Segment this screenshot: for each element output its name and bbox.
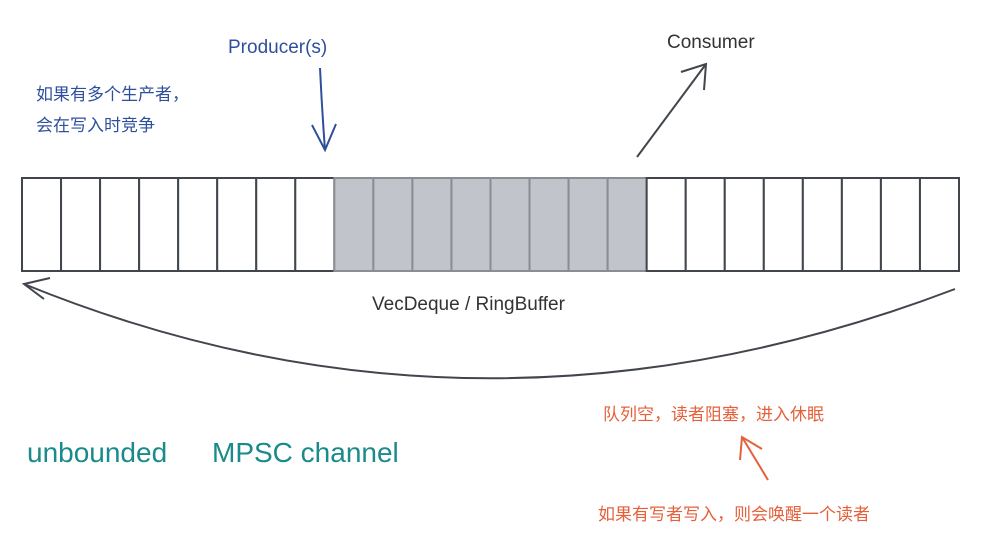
- buffer-cell-filled: [567, 177, 609, 272]
- buffer-cell-empty: [840, 177, 882, 272]
- buffer-label: VecDeque / RingBuffer: [372, 294, 565, 315]
- ring-buffer: [21, 177, 960, 272]
- buffer-cell-empty: [177, 177, 219, 272]
- buffer-cell-filled: [606, 177, 648, 272]
- buffer-cell-filled: [333, 177, 375, 272]
- buffer-cell-empty: [723, 177, 765, 272]
- buffer-cell-filled: [411, 177, 453, 272]
- producer-arrow: [319, 67, 326, 151]
- buffer-cell-empty: [138, 177, 180, 272]
- channel-title-mpsc: MPSC channel: [212, 437, 399, 468]
- buffer-cell-empty: [879, 177, 921, 272]
- buffer-cell-empty: [762, 177, 804, 272]
- buffer-cell-empty: [645, 177, 687, 272]
- buffer-cell-empty: [60, 177, 102, 272]
- consumer-label: Consumer: [667, 32, 755, 53]
- consumer-arrow: [636, 63, 707, 158]
- channel-title-unbounded: unbounded: [27, 437, 168, 468]
- buffer-cell-empty: [801, 177, 843, 272]
- buffer-cell-empty: [21, 177, 63, 272]
- buffer-cell-empty: [684, 177, 726, 272]
- producer-label: Producer(s): [228, 37, 328, 58]
- wake-note: 如果有写者写入，则会唤醒一个读者: [598, 505, 870, 525]
- empty-queue-note: 队列空，读者阻塞，进入休眠: [603, 405, 824, 425]
- buffer-cell-filled: [450, 177, 492, 272]
- producer-note-line-1: 如果有多个生产者，: [36, 85, 189, 105]
- wake-arrow: [741, 436, 769, 481]
- buffer-cell-empty: [216, 177, 258, 272]
- buffer-cell-empty: [255, 177, 297, 272]
- producer-note-line-2: 会在写入时竞争: [36, 116, 155, 136]
- buffer-cell-empty: [99, 177, 141, 272]
- buffer-cell-filled: [528, 177, 570, 272]
- buffer-cell-empty: [294, 177, 336, 272]
- diagram: Producer(s) 如果有多个生产者， 会在写入时竞争 Consumer V…: [0, 0, 991, 533]
- buffer-cell-filled: [489, 177, 531, 272]
- buffer-cell-filled: [372, 177, 414, 272]
- buffer-cell-empty: [918, 177, 960, 272]
